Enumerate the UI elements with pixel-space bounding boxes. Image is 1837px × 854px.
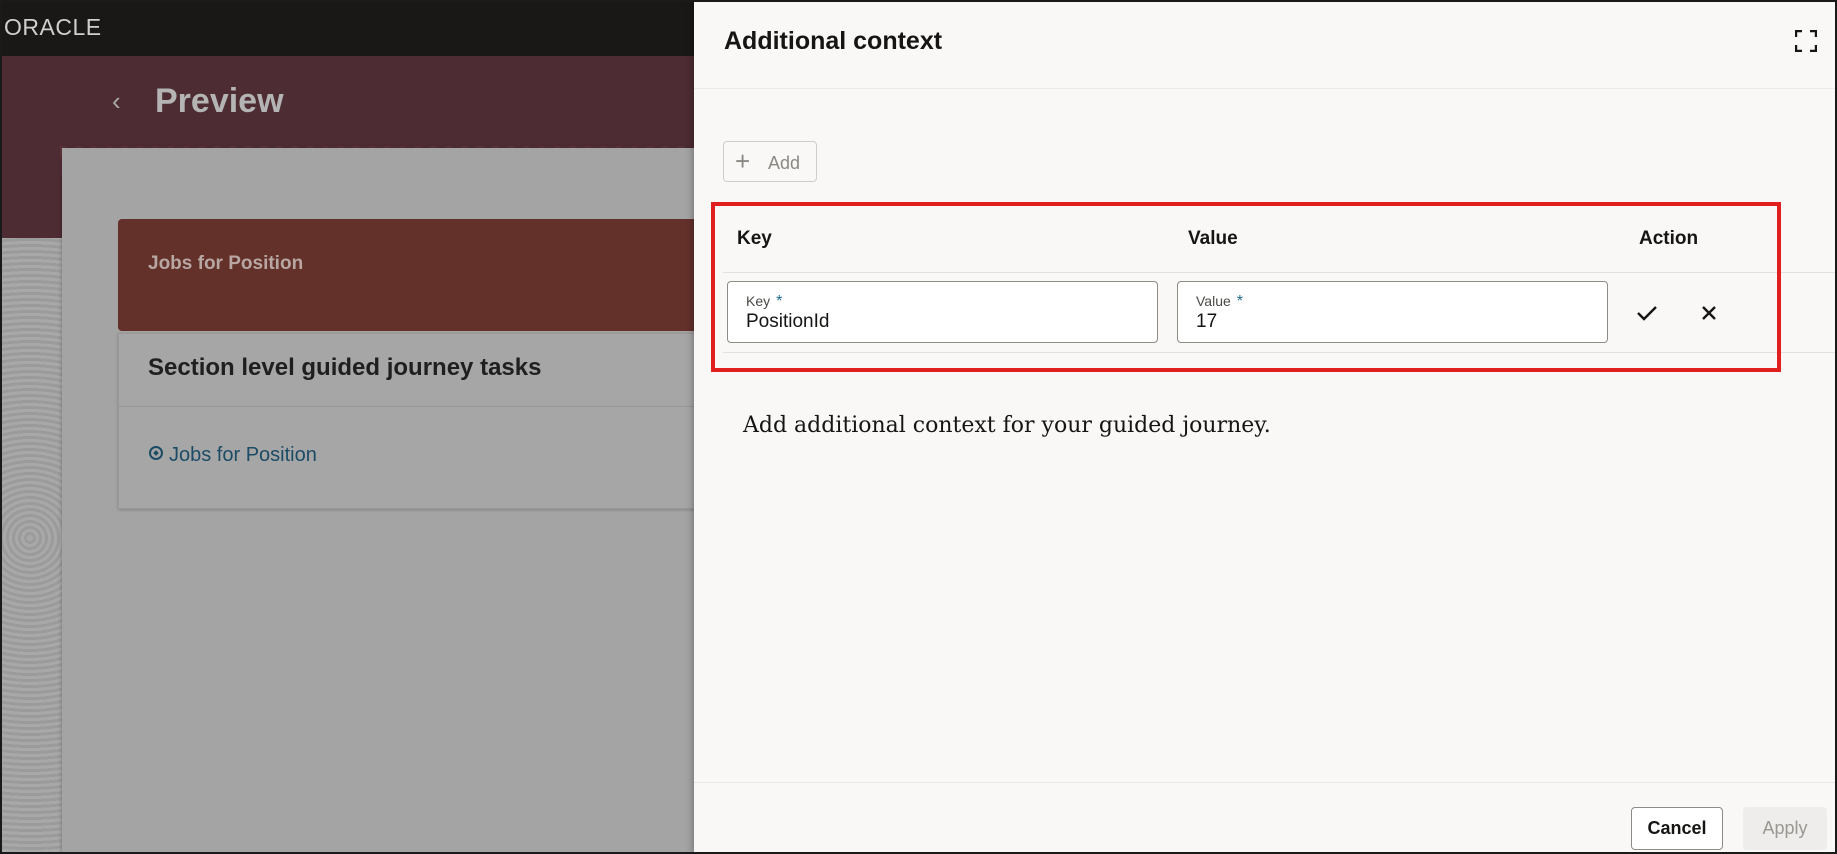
plus-icon: +: [735, 146, 751, 176]
oracle-logo: ORACLE: [4, 14, 102, 40]
drawer-title: Additional context: [724, 27, 943, 55]
key-field[interactable]: Key * PositionId: [727, 281, 1158, 343]
required-indicator: *: [1236, 293, 1244, 310]
page-title: Preview: [155, 82, 284, 120]
background-app: ORACLE ‹ Preview Jobs for Position Secti…: [0, 0, 694, 854]
value-label-text: Value: [1196, 293, 1231, 309]
top-bar: ORACLE: [0, 0, 694, 56]
value-field[interactable]: Value * 17: [1177, 281, 1608, 343]
compass-icon: [149, 446, 163, 460]
help-text: Add additional context for your guided j…: [743, 413, 1271, 438]
divider: [119, 406, 694, 407]
expand-icon[interactable]: [1795, 30, 1817, 52]
column-header-action: Action: [1639, 228, 1699, 249]
close-icon[interactable]: [1698, 302, 1720, 324]
check-icon[interactable]: [1634, 300, 1660, 326]
table-row: Key * PositionId Value * 17: [723, 272, 1837, 353]
drawer-footer-divider: [694, 782, 1837, 783]
add-button-label: Add: [768, 153, 801, 173]
jobs-for-position-link[interactable]: Jobs for Position: [149, 444, 317, 467]
key-label-text: Key: [746, 293, 771, 309]
value-field-value: 17: [1196, 311, 1218, 332]
column-header-value: Value: [1188, 228, 1238, 249]
required-indicator: *: [776, 293, 783, 310]
back-icon[interactable]: ‹: [112, 88, 138, 114]
column-header-key: Key: [737, 228, 772, 249]
jobs-banner: Jobs for Position: [118, 219, 694, 331]
cancel-button[interactable]: Cancel: [1631, 807, 1723, 850]
key-field-value: PositionId: [746, 311, 830, 332]
section-link-label: Jobs for Position: [169, 444, 317, 466]
drawer-header: Additional context: [694, 0, 1837, 89]
add-button[interactable]: + Add: [723, 141, 817, 182]
additional-context-drawer: Additional context + Add Key Value Actio…: [694, 0, 1837, 854]
key-field-label: Key *: [746, 293, 782, 311]
jobs-banner-title: Jobs for Position: [148, 253, 304, 274]
value-field-label: Value *: [1196, 293, 1243, 311]
section-title: Section level guided journey tasks: [148, 354, 542, 381]
apply-button[interactable]: Apply: [1743, 807, 1827, 850]
section-card: Section level guided journey tasks Jobs …: [118, 333, 694, 509]
background-pattern: [0, 238, 62, 854]
table-header: Key Value Action: [723, 214, 1837, 273]
